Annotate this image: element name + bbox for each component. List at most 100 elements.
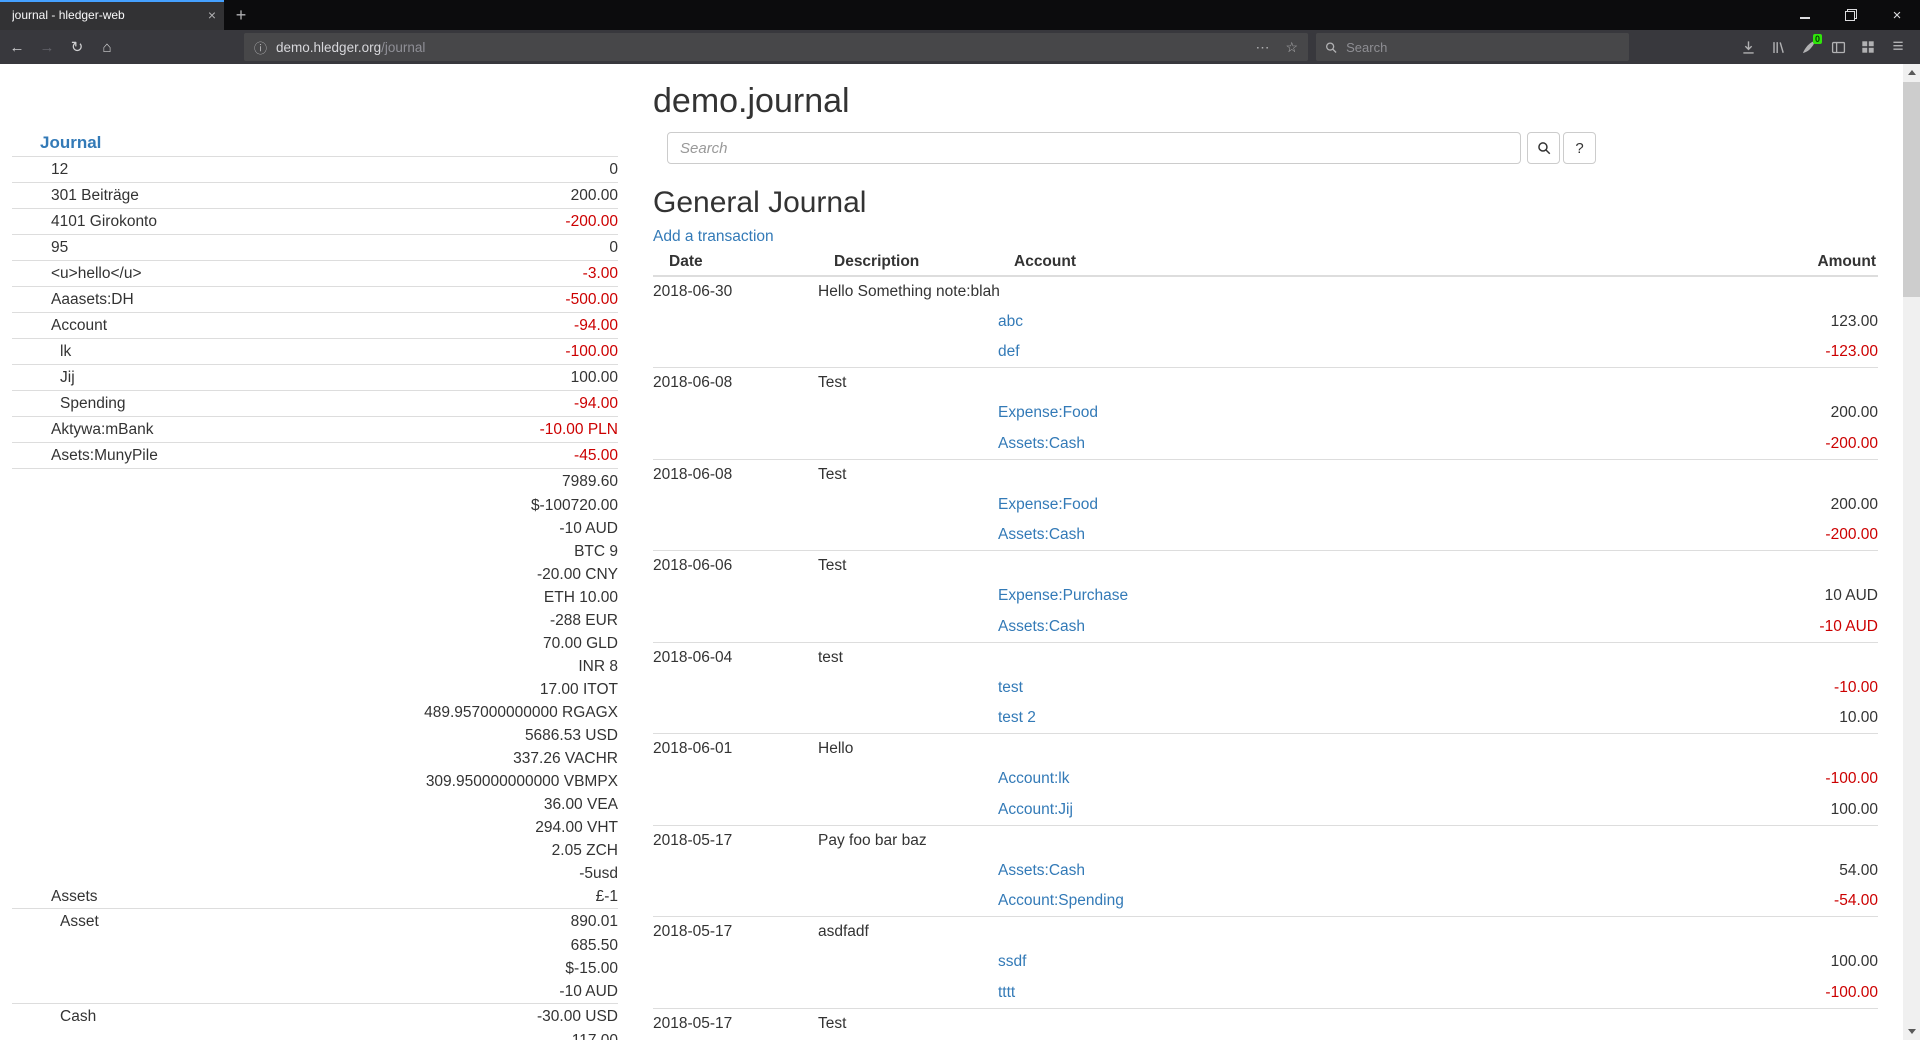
add-transaction-link[interactable]: Add a transaction [653, 228, 774, 246]
sidebar-account-row: <u>hello</u>-3.00 [12, 260, 618, 286]
transaction-row[interactable]: 2018-06-08Test [653, 459, 1878, 490]
sidebar-account-row: BTC 9 [12, 540, 618, 563]
sidebar-account-link[interactable]: lk [60, 343, 71, 361]
sidebars-icon[interactable] [1823, 32, 1853, 62]
page-content: Journal 120301 Beiträge200.004101 Giroko… [0, 64, 1920, 1040]
library-icon[interactable] [1763, 32, 1793, 62]
sidebar-account-row: 489.957000000000 RGAGX [12, 701, 618, 724]
posting-account-link[interactable]: ssdf [998, 953, 1026, 970]
posting-account-link[interactable]: Account:Jij [998, 801, 1073, 818]
sidebar-account-row: Aaasets:DH-500.00 [12, 286, 618, 312]
apps-grid-icon[interactable] [1853, 32, 1883, 62]
transaction-row[interactable]: 2018-06-08Test [653, 368, 1878, 399]
sidebar-account-row: lk-100.00 [12, 338, 618, 364]
posting-account-link[interactable]: Account:lk [998, 770, 1070, 787]
posting-account-link[interactable]: test [998, 679, 1023, 696]
posting-account-link[interactable]: Expense:Food [998, 404, 1098, 421]
sidebar-account-link[interactable]: Assets [51, 888, 98, 906]
sidebar-account-link[interactable]: 4101 Girokonto [51, 213, 157, 231]
posting-account-link[interactable]: Expense:Food [998, 496, 1098, 513]
bookmark-star-icon[interactable]: ☆ [1285, 39, 1298, 56]
sidebar-account-link[interactable]: Asets:MunyPile [51, 447, 158, 465]
window-close-button[interactable]: × [1874, 0, 1920, 30]
tab-close-icon[interactable]: × [208, 7, 216, 23]
new-tab-button[interactable]: + [224, 0, 258, 30]
extension-icon[interactable]: 0 [1793, 32, 1823, 62]
journal-search-button[interactable] [1527, 132, 1560, 164]
browser-search-field[interactable] [1316, 33, 1629, 61]
posting-account-link[interactable]: def [998, 343, 1020, 360]
sidebar-journal-link[interactable]: Journal [40, 130, 618, 156]
sidebar-account-link[interactable]: 12 [51, 161, 68, 179]
posting-account-link[interactable]: Account:Spending [998, 892, 1124, 909]
posting-account-link[interactable]: tttt [998, 984, 1015, 1001]
url-bar[interactable]: ⓘ demo.hledger.org/journal ⋯ ☆ [244, 33, 1308, 61]
sidebar-account-link[interactable]: 301 Beiträge [51, 187, 139, 205]
transaction-row[interactable]: 2018-05-17asdfadf [653, 917, 1878, 948]
sidebar-account-balance: BTC 9 [574, 543, 618, 561]
posting-account-cell: Assets:Cash [998, 520, 1678, 551]
col-header-date: Date [653, 252, 818, 276]
sidebar-account-row: 5686.53 USD [12, 724, 618, 747]
sidebar-account-link[interactable]: Spending [60, 395, 126, 413]
empty-cell [653, 398, 998, 429]
sidebar-account-row: Spending-94.00 [12, 390, 618, 416]
transaction-row[interactable]: 2018-06-06Test [653, 551, 1878, 582]
downloads-icon[interactable] [1733, 32, 1763, 62]
sidebar-account-link[interactable]: Cash [60, 1008, 96, 1026]
posting-account-link[interactable]: Assets:Cash [998, 435, 1085, 452]
posting-account-link[interactable]: Assets:Cash [998, 862, 1085, 879]
sidebar-account-link[interactable]: Asset [60, 913, 99, 931]
menu-icon[interactable]: ≡ [1883, 32, 1913, 62]
transaction-row[interactable]: 2018-06-04test [653, 642, 1878, 673]
site-info-icon[interactable]: ⓘ [254, 38, 267, 57]
sidebar-account-link[interactable]: Aktywa:mBank [51, 421, 154, 439]
journal-search-input[interactable] [667, 132, 1521, 164]
browser-tab[interactable]: journal - hledger-web × [0, 0, 224, 30]
transaction-row[interactable]: 2018-06-01Hello [653, 734, 1878, 765]
sidebar-account-link[interactable]: Account [51, 317, 107, 335]
posting-account-link[interactable]: test 2 [998, 709, 1036, 726]
empty-cell [1678, 734, 1878, 765]
empty-cell [1678, 642, 1878, 673]
posting-account-link[interactable]: Assets:Cash [998, 618, 1085, 635]
empty-cell [653, 520, 998, 551]
sidebar-account-balance: 70.00 GLD [543, 635, 618, 653]
window-minimize-button[interactable] [1782, 0, 1828, 30]
home-button[interactable]: ⌂ [92, 32, 122, 62]
window-restore-button[interactable] [1828, 0, 1874, 30]
posting-account-link[interactable]: abc [998, 313, 1023, 330]
transaction-date: 2018-06-01 [653, 734, 818, 765]
transaction-date: 2018-06-04 [653, 642, 818, 673]
back-button[interactable]: ← [2, 32, 32, 62]
search-help-button[interactable]: ? [1563, 132, 1596, 164]
sidebar-account-row: 309.950000000000 VBMPX [12, 770, 618, 793]
posting-row: Account:Spending-54.00 [653, 886, 1878, 917]
page-actions-icon[interactable]: ⋯ [1255, 39, 1269, 56]
transaction-date: 2018-05-17 [653, 917, 818, 948]
sidebar-account-link[interactable]: Aaasets:DH [51, 291, 134, 309]
reload-button[interactable]: ↻ [62, 32, 92, 62]
scrollbar-thumb[interactable] [1903, 82, 1920, 297]
sidebar-account-row: Asets:MunyPile-45.00 [12, 442, 618, 468]
sidebar-account-link[interactable]: 95 [51, 239, 68, 257]
search-icon [1537, 141, 1551, 155]
scrollbar-down-arrow[interactable] [1903, 1023, 1920, 1040]
sidebar-account-link[interactable]: <u>hello</u> [51, 265, 142, 283]
sidebar-account-link[interactable]: Jij [60, 369, 75, 387]
browser-search-input[interactable] [1344, 39, 1620, 56]
transaction-row[interactable]: 2018-05-17Test [653, 1008, 1878, 1039]
transaction-row[interactable]: 2018-06-30Hello Something note:blah [653, 276, 1878, 307]
scrollbar-up-arrow[interactable] [1903, 64, 1920, 81]
sidebar-account-balance: 685.50 [571, 937, 618, 955]
posting-account-link[interactable]: Expense:Purchase [998, 587, 1128, 604]
url-domain: demo.hledger.org [276, 40, 381, 55]
posting-account-cell: Account:Spending [998, 886, 1678, 917]
sidebar-account-row: 120 [12, 156, 618, 182]
sidebar-account-row: INR 8 [12, 655, 618, 678]
page-scrollbar[interactable] [1903, 64, 1920, 1040]
transaction-row[interactable]: 2018-05-17Pay foo bar baz [653, 825, 1878, 856]
posting-account-cell: Assets:Cash [998, 429, 1678, 460]
forward-button[interactable]: → [32, 32, 62, 62]
posting-account-link[interactable]: Assets:Cash [998, 526, 1085, 543]
